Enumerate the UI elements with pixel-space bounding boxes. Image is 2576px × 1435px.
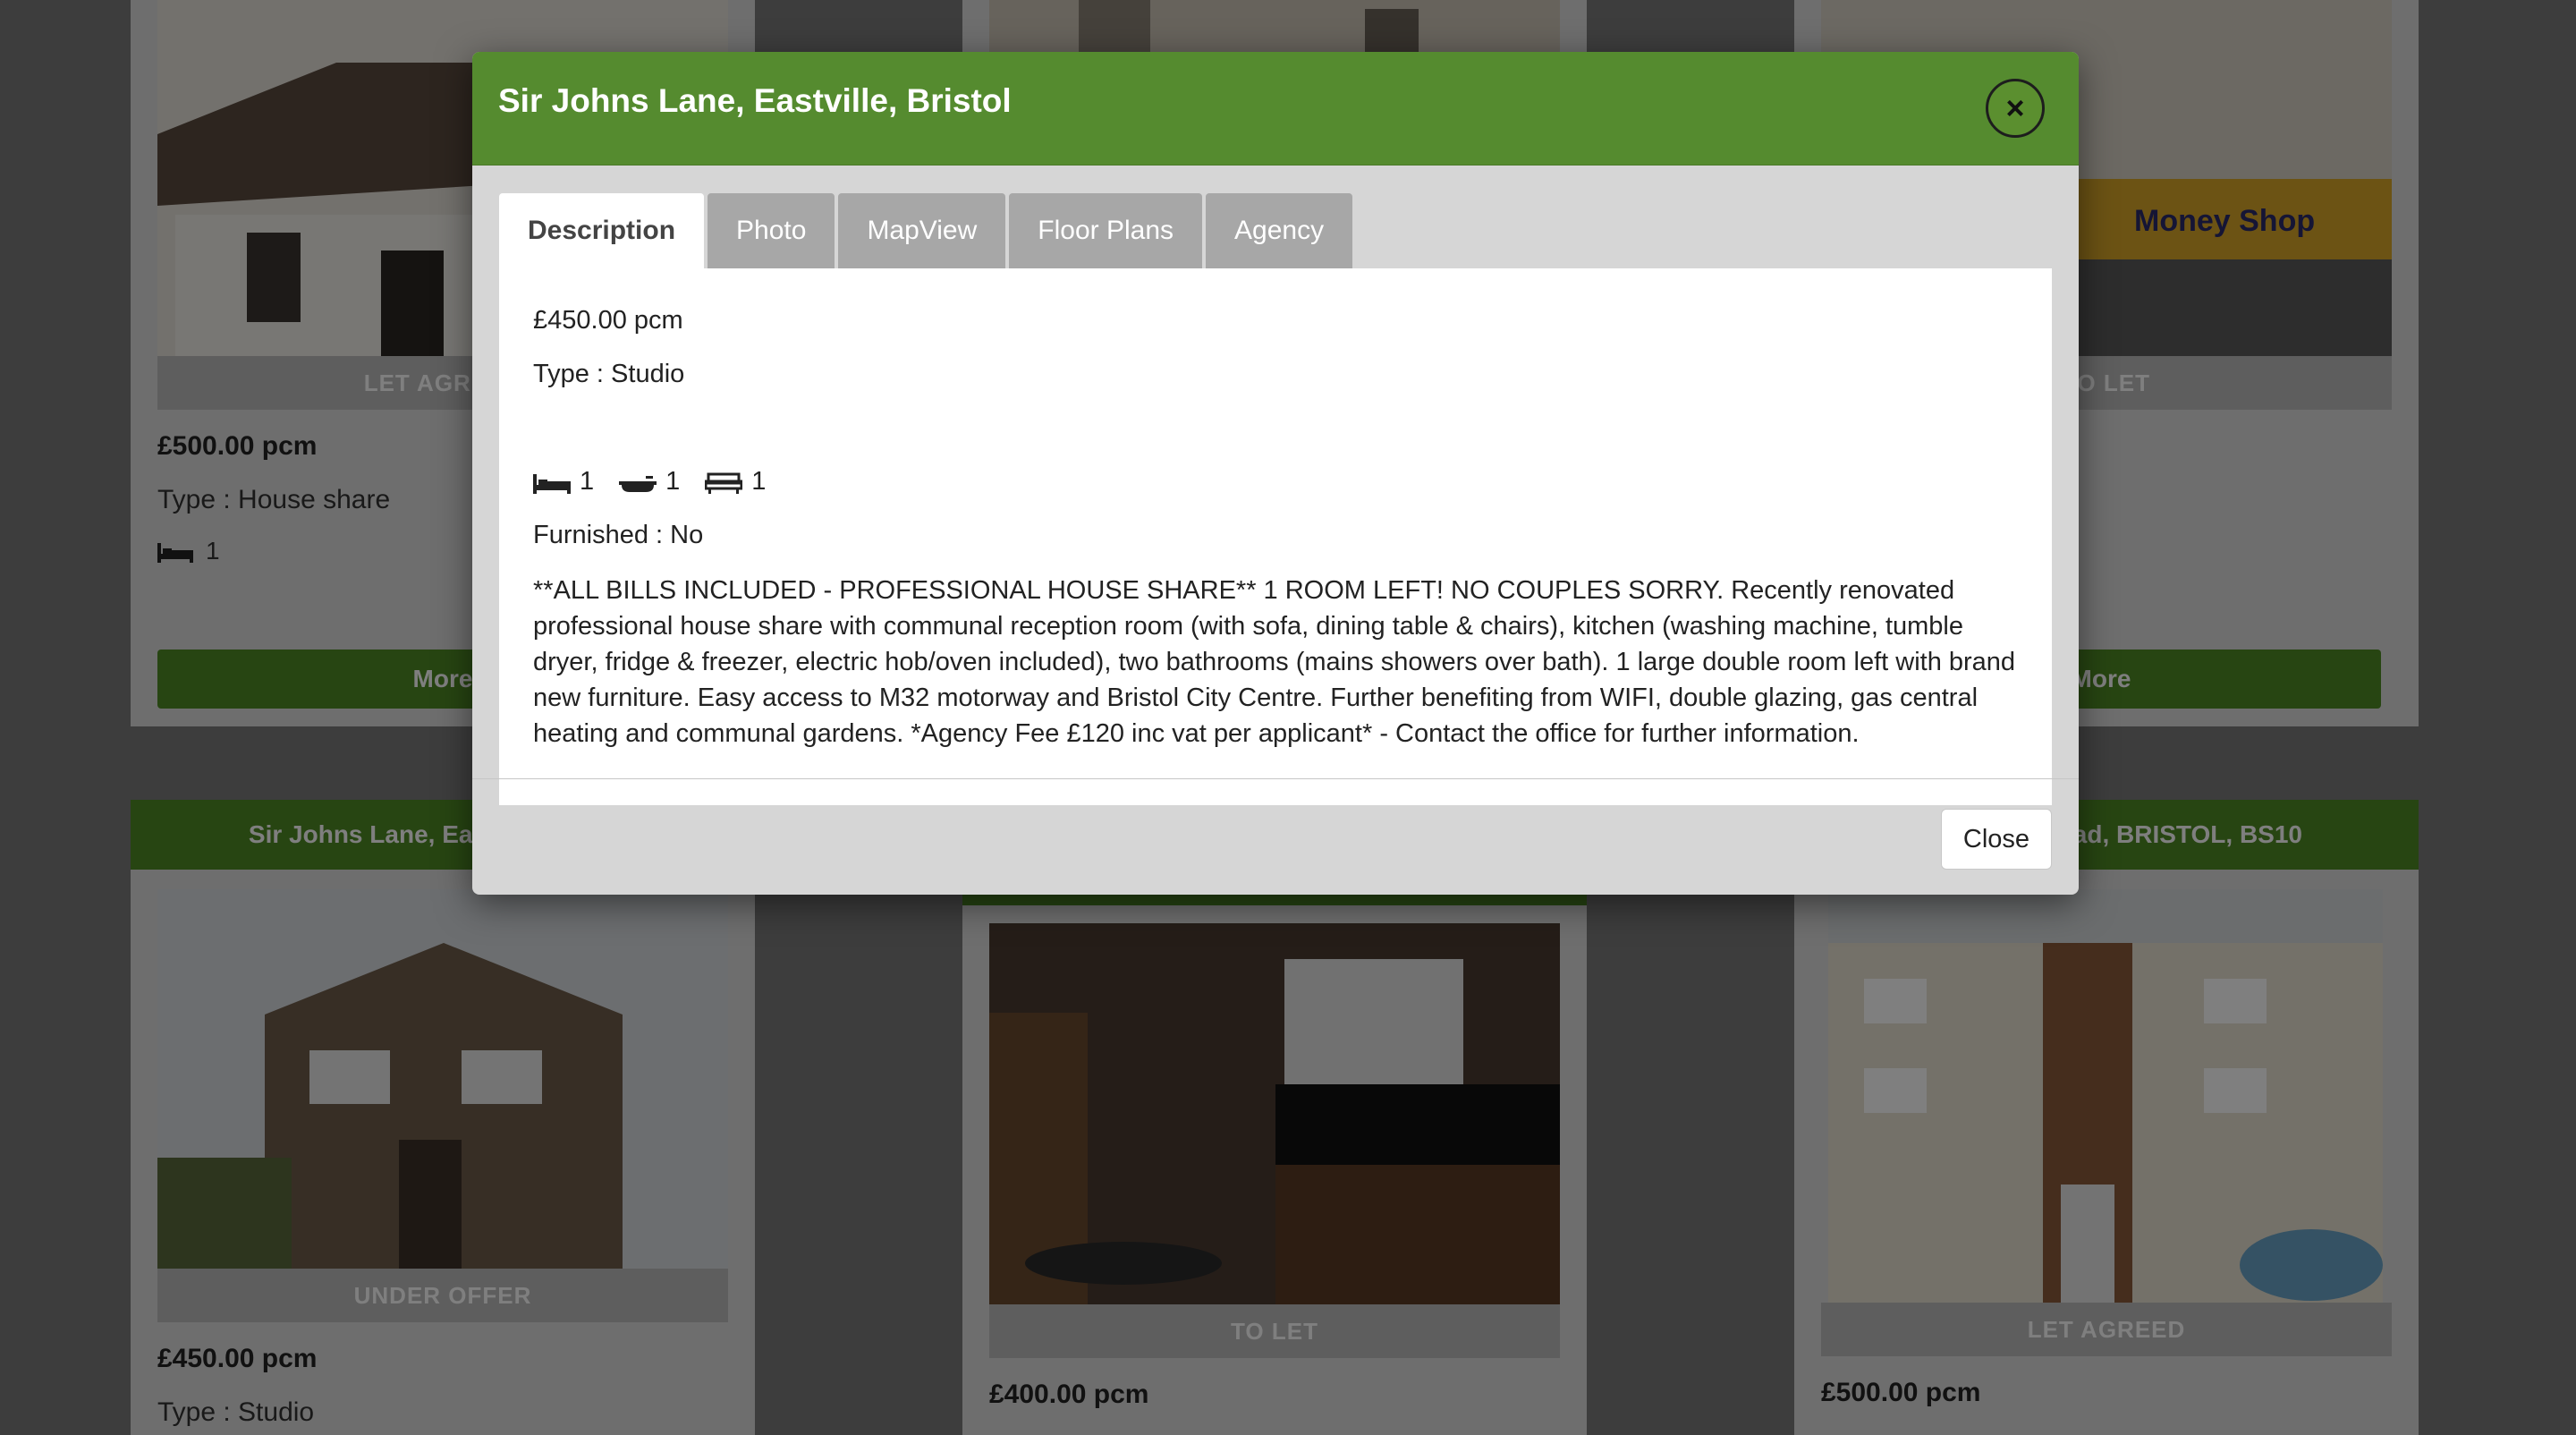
bathrooms-feature: 1 (619, 467, 680, 497)
bedrooms-feature: 1 (533, 467, 594, 497)
tab-photo[interactable]: Photo (708, 193, 835, 268)
close-icon[interactable]: × (1986, 79, 2045, 138)
tab-bar: Description Photo MapView Floor Plans Ag… (499, 193, 1353, 268)
property-modal: Sir Johns Lane, Eastville, Bristol × Des… (472, 52, 2079, 895)
bed-icon (533, 473, 571, 494)
modal-title: Sir Johns Lane, Eastville, Bristol (498, 82, 1012, 119)
property-price: £450.00 pcm (533, 306, 683, 335)
close-button[interactable]: Close (1941, 809, 2052, 870)
description-panel: £450.00 pcm Type : Studio 1 1 1 Furnishe… (499, 268, 2052, 805)
property-description: **ALL BILLS INCLUDED - PROFESSIONAL HOUS… (533, 576, 2016, 748)
modal-footer-divider (472, 778, 2079, 779)
furnished-status: Furnished : No (533, 521, 704, 549)
sofa-icon (705, 472, 743, 494)
bathroom-count: 1 (665, 467, 681, 496)
modal-header: Sir Johns Lane, Eastville, Bristol × (472, 52, 2079, 166)
bedroom-count: 1 (580, 467, 595, 496)
receptions-feature: 1 (705, 467, 766, 497)
property-type: Type : Studio (533, 360, 685, 388)
tab-mapview[interactable]: MapView (838, 193, 1006, 268)
bath-icon (619, 475, 657, 492)
tab-floor-plans[interactable]: Floor Plans (1009, 193, 1203, 268)
property-features: 1 1 1 (533, 467, 766, 497)
reception-count: 1 (751, 467, 767, 496)
tab-description[interactable]: Description (499, 193, 705, 268)
tab-agency[interactable]: Agency (1206, 193, 1353, 268)
